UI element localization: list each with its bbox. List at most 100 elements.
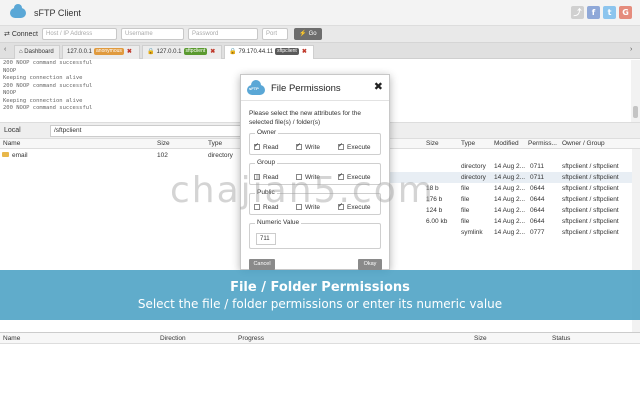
banner-title: File / Folder Permissions xyxy=(230,280,410,295)
col-size[interactable]: Size xyxy=(157,139,170,149)
username-input[interactable]: Username xyxy=(121,28,184,40)
cell-owner: sftpclient / sftpclient xyxy=(562,174,619,181)
cell-owner: sftpclient / sftpclient xyxy=(562,196,619,203)
app-logo-icon: sFTP xyxy=(247,80,265,96)
owner-read-checkbox[interactable]: Read xyxy=(254,142,279,151)
col-permissions[interactable]: Permiss... xyxy=(528,139,557,149)
cell-perm: 0644 xyxy=(530,218,545,225)
tab-server-sftpclient[interactable]: 🔒 127.0.0.1 sftpclient ✖ xyxy=(142,45,222,59)
go-button[interactable]: ⚡ Go xyxy=(294,28,322,40)
watermark: chajian5.com xyxy=(170,170,435,211)
cell-modified: 14 Aug 2... xyxy=(494,196,526,203)
cell-modified: 14 Aug 2... xyxy=(494,218,526,225)
tab-dashboard[interactable]: ⌂ Dashboard xyxy=(14,45,60,59)
cell-owner: sftpclient / sftpclient xyxy=(562,163,619,170)
cell-modified: 14 Aug 2... xyxy=(494,185,526,192)
close-icon[interactable]: ✖ xyxy=(210,49,215,55)
username-placeholder: Username xyxy=(125,31,153,37)
lock-icon: 🔒 xyxy=(147,49,155,55)
tab-bar: ‹ › ⌂ Dashboard 127.0.0.1 anonymous ✖ 🔒 127… xyxy=(0,43,640,59)
col-owner-group[interactable]: Owner / Group xyxy=(562,139,605,149)
dialog-title: File Permissions xyxy=(271,83,341,94)
dialog-description: Please select the new attributes for the… xyxy=(249,110,362,126)
col-type[interactable]: Type xyxy=(461,139,475,149)
cell-type: directory xyxy=(461,174,486,181)
port-input[interactable]: Port xyxy=(262,28,288,40)
cell-perm: 0644 xyxy=(530,185,545,192)
googleplus-icon[interactable]: G xyxy=(619,6,632,19)
folder-icon xyxy=(2,152,9,157)
port-placeholder: Port xyxy=(266,31,278,37)
cell-modified: 14 Aug 2... xyxy=(494,207,526,214)
owner-label: Owner xyxy=(255,129,279,136)
cell-perm: 0711 xyxy=(530,174,544,181)
numeric-label: Numeric Value xyxy=(255,219,302,226)
cancel-button[interactable]: Cancel xyxy=(249,259,275,270)
group-label: Group xyxy=(255,159,278,166)
local-label: Local xyxy=(4,127,21,134)
cell-perm: 0644 xyxy=(530,196,545,203)
owner-write-checkbox[interactable]: Write xyxy=(296,142,320,151)
col-status[interactable]: Status xyxy=(552,333,570,344)
connect-bar: ⇄ Connect Host / IP Address Username Pas… xyxy=(0,26,640,43)
cell-type: file xyxy=(461,196,470,203)
cell-owner: sftpclient / sftpclient xyxy=(562,229,619,236)
col-size[interactable]: Size xyxy=(426,139,439,149)
cell-type: file xyxy=(461,218,470,225)
tab-badge: anonymous xyxy=(94,48,124,55)
col-type[interactable]: Type xyxy=(208,139,222,149)
banner-subtitle: Select the file / folder permissions or … xyxy=(137,297,503,311)
numeric-value-input[interactable]: 711 xyxy=(256,233,276,245)
tab-next-icon[interactable]: › xyxy=(630,46,632,53)
cell-type: file xyxy=(461,207,470,214)
tab-server-remote[interactable]: 🔒 79.170.44.11 sftpclient ✖ xyxy=(224,45,314,59)
cell-modified: 14 Aug 2... xyxy=(494,163,526,170)
col-name[interactable]: Name xyxy=(3,139,20,149)
col-progress[interactable]: Progress xyxy=(238,333,264,344)
connect-label: ⇄ Connect xyxy=(4,31,38,38)
cell-modified: 14 Aug 2... xyxy=(494,174,526,181)
cell-type: file xyxy=(461,185,470,192)
col-direction[interactable]: Direction xyxy=(160,333,186,344)
app-logo-icon xyxy=(10,3,26,20)
close-icon[interactable]: ✖ xyxy=(302,49,307,55)
facebook-icon[interactable]: f xyxy=(587,6,600,19)
host-placeholder: Host / IP Address xyxy=(46,31,93,37)
social-links: ⤴ f t G xyxy=(571,6,632,19)
cell-modified: 14 Aug 2... xyxy=(494,229,526,236)
share-icon[interactable]: ⤴ xyxy=(571,6,584,19)
title-bar: sFTP Client ⤴ f t G xyxy=(0,0,640,26)
cell-type: symlink xyxy=(461,229,483,236)
col-name[interactable]: Name xyxy=(3,333,20,344)
password-input[interactable]: Password xyxy=(188,28,258,40)
dialog-header: sFTP File Permissions ✖ xyxy=(241,75,389,101)
twitter-icon[interactable]: t xyxy=(603,6,616,19)
transfers-table-header: Name Direction Progress Size Status xyxy=(0,332,640,344)
app-title: sFTP Client xyxy=(34,7,81,18)
log-scrollbar[interactable] xyxy=(631,60,640,122)
host-input[interactable]: Host / IP Address xyxy=(42,28,117,40)
col-modified[interactable]: Modified xyxy=(494,139,519,149)
close-icon[interactable]: ✖ xyxy=(374,80,383,93)
tab-badge: sftpclient xyxy=(183,48,208,55)
cell-size: 6.00 kb xyxy=(426,218,448,225)
cell-owner: sftpclient / sftpclient xyxy=(562,218,619,225)
cell-perm: 0777 xyxy=(530,229,545,236)
tab-server-anonymous[interactable]: 127.0.0.1 anonymous ✖ xyxy=(62,45,140,59)
col-size[interactable]: Size xyxy=(474,333,487,344)
tab-badge: sftpclient xyxy=(275,48,299,55)
owner-group: Owner Read Write Execute xyxy=(249,129,381,155)
okay-button[interactable]: Okay xyxy=(358,259,382,270)
cell-perm: 0644 xyxy=(530,207,545,214)
home-icon: ⌂ xyxy=(19,49,23,55)
close-icon[interactable]: ✖ xyxy=(127,49,132,55)
numeric-group: Numeric Value 711 xyxy=(249,219,381,249)
lock-icon: 🔒 xyxy=(229,49,237,55)
owner-execute-checkbox[interactable]: Execute xyxy=(338,142,371,151)
password-placeholder: Password xyxy=(192,31,219,37)
feature-banner: File / Folder Permissions Select the fil… xyxy=(0,270,640,320)
cell-owner: sftpclient / sftpclient xyxy=(562,207,619,214)
cell-owner: sftpclient / sftpclient xyxy=(562,185,619,192)
tab-prev-icon[interactable]: ‹ xyxy=(4,46,6,53)
log-line: 200 NOOP command successful xyxy=(3,60,93,66)
